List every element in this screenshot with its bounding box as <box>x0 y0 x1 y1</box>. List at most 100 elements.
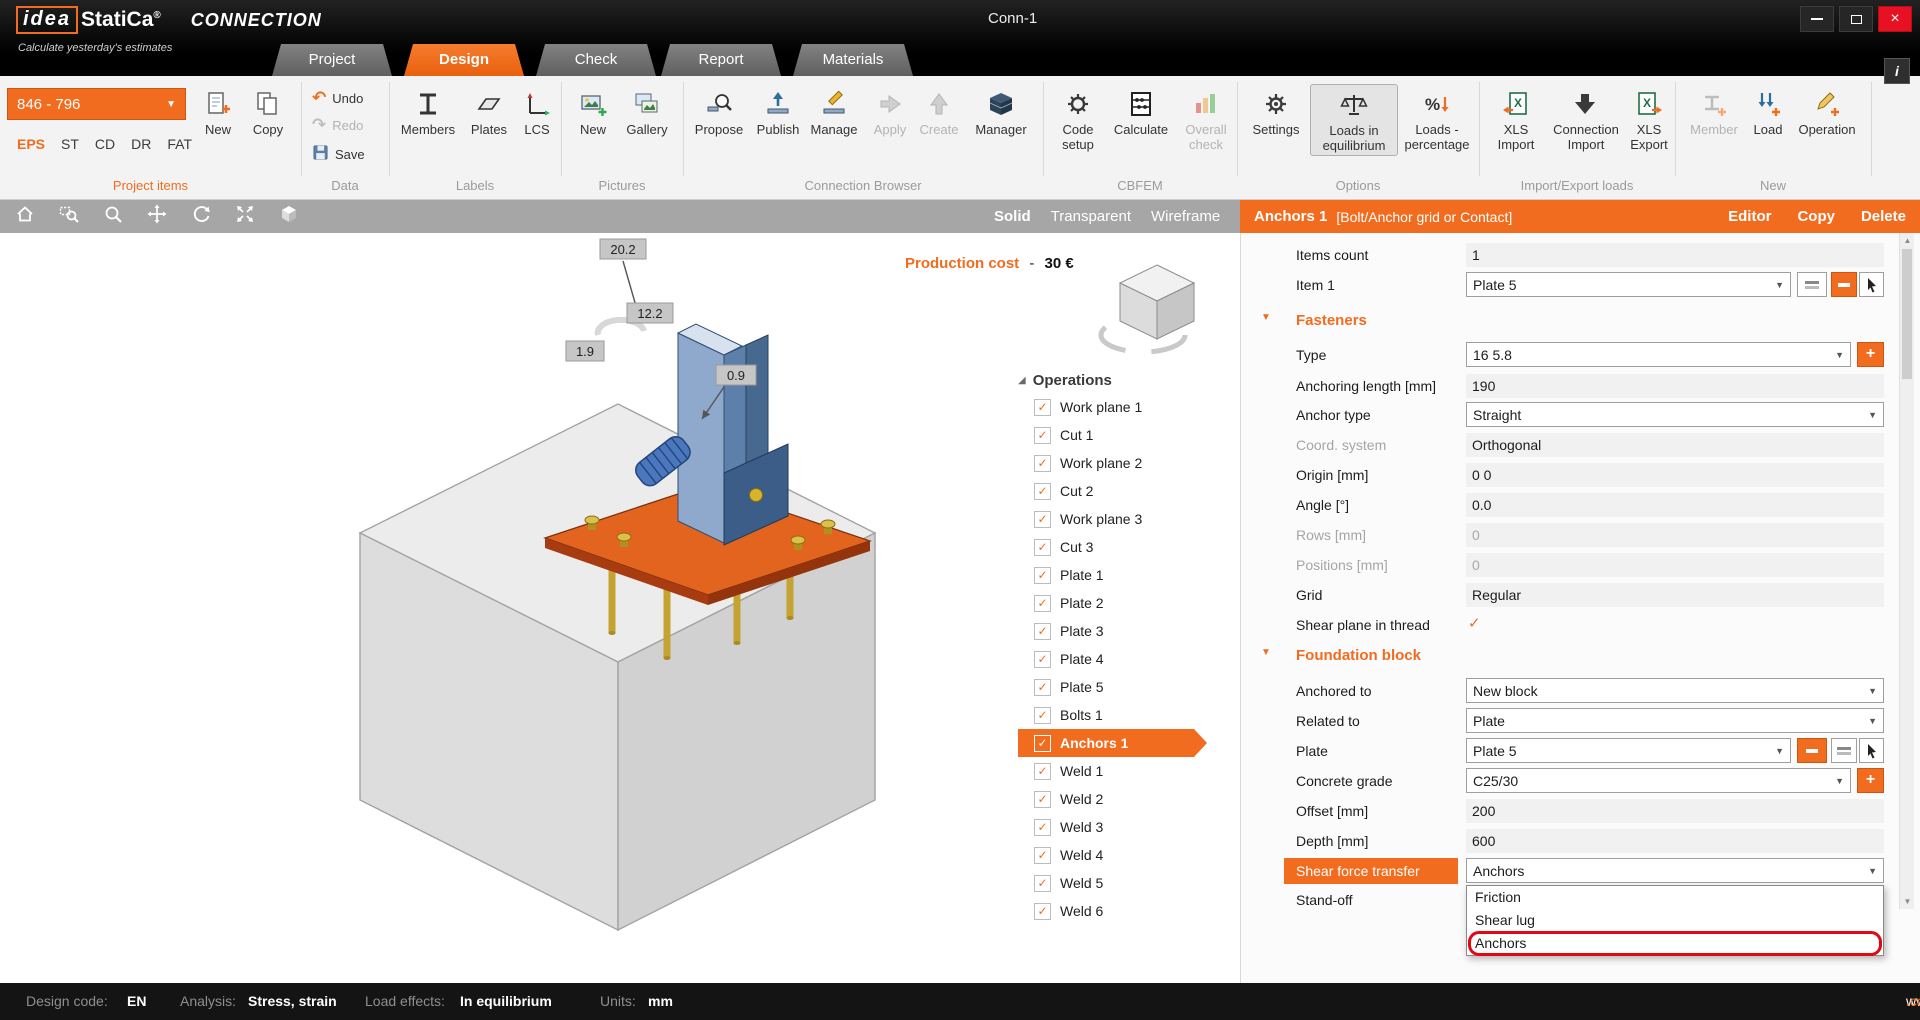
loads-in-equilibrium-toggle[interactable]: Loads in equilibrium <box>1310 84 1398 156</box>
pick-in-scene-button[interactable] <box>1859 738 1884 763</box>
minimize-button[interactable] <box>1800 6 1834 32</box>
new-picture-button[interactable]: New <box>572 86 614 137</box>
gallery-button[interactable]: Gallery <box>620 86 674 137</box>
add-anchor-type-button[interactable]: + <box>1857 342 1884 367</box>
view-cube[interactable] <box>1095 253 1220 368</box>
tree-item-cut-2[interactable]: ✓Cut 2 <box>1018 477 1194 505</box>
dropdown-option-shear-lug[interactable]: Shear lug <box>1467 909 1883 932</box>
copy-operation-button[interactable]: Copy <box>1797 208 1835 225</box>
propose-button[interactable]: Propose <box>690 86 748 137</box>
check-icon[interactable]: ✓ <box>1034 455 1051 472</box>
tree-item-plate-1[interactable]: ✓Plate 1 <box>1018 561 1194 589</box>
tree-item-cut-1[interactable]: ✓Cut 1 <box>1018 421 1194 449</box>
add-concrete-grade-button[interactable]: + <box>1857 768 1884 793</box>
viewport-3d[interactable]: 20.2 12.2 1.9 0.9 Production cost - 30 € <box>0 233 1240 983</box>
tree-item-plate-2[interactable]: ✓Plate 2 <box>1018 589 1194 617</box>
section-foundation-block[interactable]: ▼ Foundation block <box>1241 642 1920 670</box>
check-icon[interactable]: ✓ <box>1034 735 1051 752</box>
origin-value[interactable]: 0 0 <box>1466 463 1884 487</box>
check-icon[interactable]: ✓ <box>1034 595 1051 612</box>
plate-surface-selected-button[interactable] <box>1797 738 1827 763</box>
tab-report[interactable]: Report <box>661 44 781 76</box>
tree-item-weld-2[interactable]: ✓Weld 2 <box>1018 785 1194 813</box>
positions-value[interactable]: 0 <box>1466 553 1884 577</box>
grid-value[interactable]: Regular <box>1466 583 1884 607</box>
item1-dropdown[interactable]: Plate 5 ▼ <box>1466 272 1791 297</box>
tree-item-weld-3[interactable]: ✓Weld 3 <box>1018 813 1194 841</box>
mode-st[interactable]: ST <box>61 136 79 152</box>
check-icon[interactable]: ✓ <box>1034 875 1051 892</box>
manager-button[interactable]: Manager <box>970 86 1032 137</box>
check-icon[interactable]: ✓ <box>1034 651 1051 668</box>
check-icon[interactable]: ✓ <box>1034 763 1051 780</box>
tree-item-bolts-1[interactable]: ✓Bolts 1 <box>1018 701 1194 729</box>
related-to-dropdown[interactable]: Plate ▼ <box>1466 708 1884 733</box>
anchor-type-dropdown[interactable]: Straight ▼ <box>1466 402 1884 427</box>
check-icon[interactable]: ✓ <box>1034 847 1051 864</box>
anchored-to-dropdown[interactable]: New block ▼ <box>1466 678 1884 703</box>
tab-project[interactable]: Project <box>272 44 392 76</box>
undo-button[interactable]: ↶ Undo <box>312 90 363 106</box>
lcs-labels-button[interactable]: LCS <box>516 86 558 137</box>
tree-item-plate-5[interactable]: ✓Plate 5 <box>1018 673 1194 701</box>
scroll-down-icon[interactable]: ▼ <box>1900 897 1915 906</box>
home-view-button[interactable] <box>12 204 38 230</box>
section-fasteners[interactable]: ▼ Fasteners <box>1241 307 1920 335</box>
render-mode-solid[interactable]: Solid <box>994 208 1031 225</box>
members-labels-button[interactable]: Members <box>396 86 460 137</box>
new-load-button[interactable]: Load <box>1748 86 1788 137</box>
check-icon[interactable]: ✓ <box>1034 679 1051 696</box>
check-icon[interactable]: ✓ <box>1034 791 1051 808</box>
offset-value[interactable]: 200 <box>1466 799 1884 823</box>
zoom-fit-button[interactable] <box>232 204 258 230</box>
anchor-assembly-dropdown[interactable]: 16 5.8 ▼ <box>1466 342 1851 367</box>
plate-edges-button[interactable] <box>1831 738 1857 763</box>
concrete-grade-dropdown[interactable]: C25/30 ▼ <box>1466 768 1851 793</box>
tree-item-weld-1[interactable]: ✓Weld 1 <box>1018 757 1194 785</box>
solid-view-button[interactable] <box>276 204 302 230</box>
coord-system-value[interactable]: Orthogonal <box>1466 433 1884 457</box>
dropdown-option-anchors[interactable]: Anchors <box>1467 932 1883 955</box>
tab-materials[interactable]: Materials <box>793 44 913 76</box>
zoom-window-button[interactable] <box>56 204 82 230</box>
overall-check-button[interactable]: Overall check <box>1180 86 1232 152</box>
mode-eps[interactable]: EPS <box>17 136 45 152</box>
plates-labels-button[interactable]: Plates <box>464 86 514 137</box>
tree-item-work-plane-3[interactable]: ✓Work plane 3 <box>1018 505 1194 533</box>
apply-button[interactable]: Apply <box>868 86 912 137</box>
new-member-button[interactable]: Member <box>1686 86 1742 137</box>
settings-button[interactable]: Settings <box>1248 86 1304 137</box>
shear-plane-checkbox[interactable]: ✓ <box>1468 611 1481 637</box>
save-button[interactable]: Save <box>312 144 365 164</box>
check-icon[interactable]: ✓ <box>1034 819 1051 836</box>
create-button[interactable]: Create <box>916 86 962 137</box>
tree-item-cut-3[interactable]: ✓Cut 3 <box>1018 533 1194 561</box>
tree-item-anchors-1[interactable]: ✓Anchors 1 <box>1018 729 1194 757</box>
check-icon[interactable]: ✓ <box>1034 567 1051 584</box>
new-operation-button[interactable]: Operation <box>1794 86 1860 137</box>
operations-tree-header[interactable]: ◢ Operations <box>1018 367 1238 393</box>
anchoring-length-value[interactable]: 190 <box>1466 374 1884 398</box>
scroll-up-icon[interactable]: ▲ <box>1900 236 1915 245</box>
tree-item-plate-4[interactable]: ✓Plate 4 <box>1018 645 1194 673</box>
xls-import-button[interactable]: X XLS Import <box>1490 86 1542 152</box>
publish-button[interactable]: Publish <box>752 86 804 137</box>
plate-dropdown[interactable]: Plate 5 ▼ <box>1466 738 1791 763</box>
tree-item-weld-6[interactable]: ✓Weld 6 <box>1018 897 1194 925</box>
calculate-button[interactable]: Calculate <box>1110 86 1172 137</box>
tree-item-work-plane-1[interactable]: ✓Work plane 1 <box>1018 393 1194 421</box>
delete-operation-button[interactable]: Delete <box>1861 208 1906 225</box>
items-count-value[interactable]: 1 <box>1466 243 1884 267</box>
check-icon[interactable]: ✓ <box>1034 427 1051 444</box>
check-icon[interactable]: ✓ <box>1034 399 1051 416</box>
check-icon[interactable]: ✓ <box>1034 511 1051 528</box>
loads-percentage-button[interactable]: % Loads - percentage <box>1398 86 1476 152</box>
render-mode-transparent[interactable]: Transparent <box>1051 208 1131 225</box>
xls-export-button[interactable]: X XLS Export <box>1626 86 1672 152</box>
zoom-button[interactable] <box>100 204 126 230</box>
rows-value[interactable]: 0 <box>1466 523 1884 547</box>
redo-button[interactable]: ↷ Redo <box>312 117 363 133</box>
tab-design[interactable]: Design <box>404 44 524 76</box>
tab-check[interactable]: Check <box>536 44 656 76</box>
check-icon[interactable]: ✓ <box>1034 539 1051 556</box>
